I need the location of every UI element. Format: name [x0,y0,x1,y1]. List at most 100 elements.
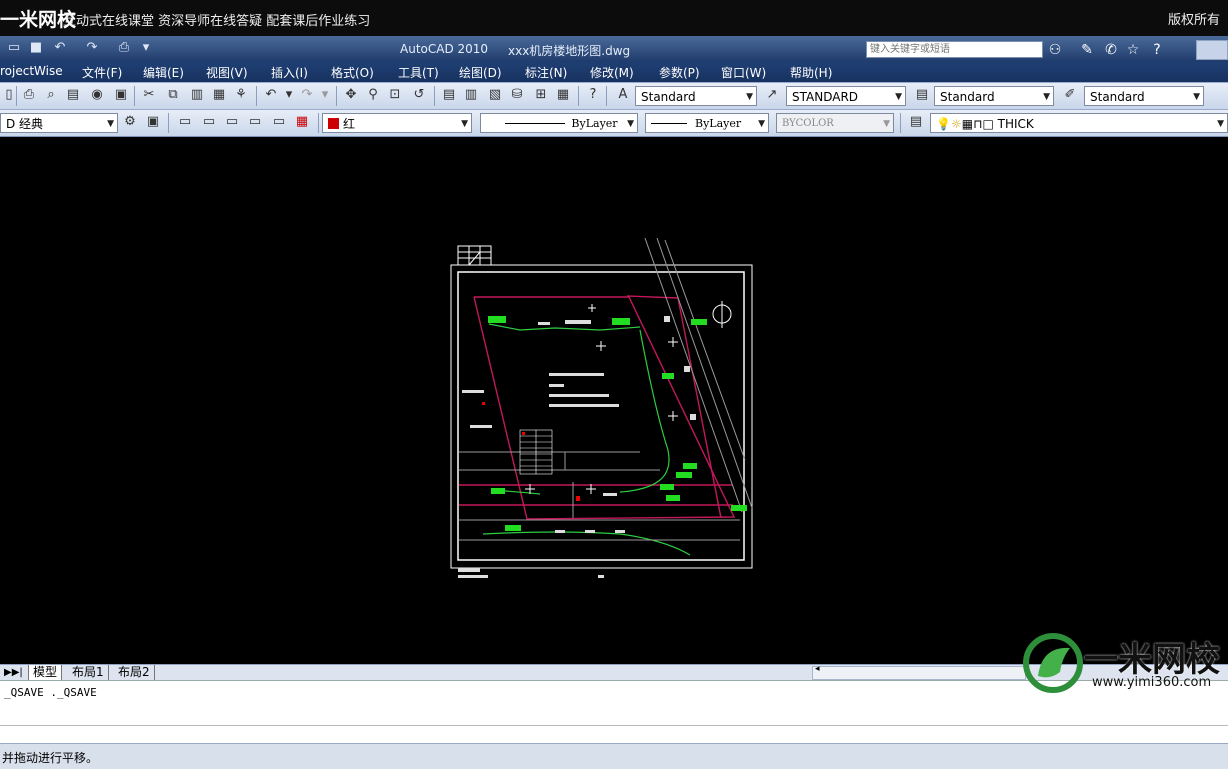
undo-icon[interactable]: ↶ [52,40,68,56]
drawing-area[interactable] [0,137,1228,664]
dim-style-icon[interactable]: ↗ [763,86,781,104]
layer-on-icon: 💡 [936,117,951,131]
menu-help[interactable]: 帮助(H) [790,64,832,81]
menu-edit[interactable]: 编辑(E) [143,64,184,81]
banner-copyright: 版权所有 [1167,13,1220,28]
workspace-select[interactable]: D 经典 ▼ [0,113,118,133]
layer-color-box-icon: □ [982,117,994,131]
banner-slogan: 互动式在线课堂 资深导师在线答疑 配套课后作业练习 [63,14,371,29]
redo-icon[interactable]: ↷ [298,86,316,104]
standard-toolbar: ▯ ⎙ ⌕ ▤ ◉ ▣ ✂ ⧉ ▥ ▦ ⚘ ↶ ▾ ↷ ▾ ✥ ⚲ ⊡ ↺ ▤ … [0,82,1228,110]
dim-style-select[interactable]: STANDARD ▼ [786,86,906,106]
text-style-select[interactable]: Standard ▼ [635,86,757,106]
print-icon[interactable]: ⎙ [20,86,38,104]
tab-model[interactable]: 模型 [28,665,63,680]
watermark-url: www.yimi360.com [1092,675,1212,690]
menu-insert[interactable]: 插入(I) [271,64,308,81]
communication-icon[interactable]: ✆ [1102,41,1120,59]
menu-draw[interactable]: 绘图(D) [459,64,502,81]
open-icon[interactable]: ▭ [6,40,22,56]
status-text: 并拖动进行平移。 [2,751,99,765]
watermark-name: 一米网校 [1084,640,1220,680]
etransmit-icon[interactable]: ▣ [112,86,130,104]
green-labels [488,316,747,531]
sheet-frame [450,264,753,569]
help-icon[interactable]: ? [584,86,602,104]
design-center-icon[interactable]: ▥ [462,86,480,104]
match-properties-icon[interactable]: ▦ [210,86,228,104]
redo-icon[interactable]: ↷ [84,40,100,56]
workspace-settings-icon[interactable]: ⚙ [121,113,139,131]
help-icon[interactable]: ? [1148,41,1166,59]
menu-view[interactable]: 视图(V) [206,64,248,81]
menu-parametric[interactable]: 参数(P) [659,64,700,81]
undo-icon[interactable]: ↶ [262,86,280,104]
3d-dwf-icon[interactable]: ◉ [88,86,106,104]
scroll-left-icon[interactable]: ◂ [815,664,820,674]
layer-isolate-icon[interactable]: ▭ [246,113,264,131]
horizontal-scrollbar[interactable]: ◂ [812,664,1026,680]
minimize-button[interactable] [1196,40,1228,60]
leaf-logo-icon [1023,633,1083,693]
layer-previous-icon[interactable]: ▭ [200,113,218,131]
color-select[interactable]: 红 ▼ [322,113,472,133]
menu-dimension[interactable]: 标注(N) [525,64,567,81]
layer-thaw-icon: ☼ [950,117,962,131]
tab-nav-prev-icon[interactable]: ▶▶| [0,665,27,680]
layer-viewport-icon: ▦ [961,117,974,131]
menu-projectwise[interactable]: rojectWise [0,64,63,78]
plotstyle-select[interactable]: BYCOLOR ▼ [776,113,894,133]
text-style-icon[interactable]: A [614,86,632,104]
layer-select[interactable]: 💡☼▦⊓□ THICK ▼ [930,113,1228,133]
menu-tools[interactable]: 工具(T) [398,64,439,81]
layer-properties-icon[interactable]: ▭ [176,113,194,131]
course-banner: 一米网校 互动式在线课堂 资深导师在线答疑 配套课后作业练习 版权所有 [0,0,1228,36]
menu-modify[interactable]: 修改(M) [590,64,634,81]
lineweight-select[interactable]: ByLayer ▼ [645,113,769,133]
menu-file[interactable]: 文件(F) [82,64,122,81]
print-preview-icon[interactable]: ⌕ [42,86,60,104]
menu-window[interactable]: 窗口(W) [721,64,766,81]
calculator-icon[interactable]: ▦ [554,86,572,104]
copy-icon[interactable]: ⧉ [164,86,182,104]
plot-icon[interactable]: ⎙ [116,40,132,56]
tab-layout1[interactable]: 布局1 [68,665,109,680]
multileader-style-icon[interactable]: ✐ [1061,86,1079,104]
app-title: AutoCAD 2010 [400,42,489,56]
title-block-grid [457,245,492,266]
menu-format[interactable]: 格式(O) [331,64,374,81]
multileader-style-select[interactable]: Standard ▼ [1084,86,1204,106]
undo-dropdown-icon[interactable]: ▾ [280,86,298,104]
publish-icon[interactable]: ▤ [64,86,82,104]
document-name: xxx机房楼地形图.dwg [508,44,631,58]
search-input[interactable] [866,41,1043,58]
zoom-previous-icon[interactable]: ↺ [410,86,428,104]
favorites-icon[interactable]: ☆ [1124,41,1142,59]
layer-state-icon[interactable]: ▭ [223,113,241,131]
linetype-select[interactable]: ByLayer ▼ [480,113,638,133]
table-style-icon[interactable]: ▤ [913,86,931,104]
sheet-set-icon[interactable]: ⛁ [508,86,526,104]
cut-icon[interactable]: ✂ [140,86,158,104]
layer-color-icon[interactable]: ▦ [293,113,311,131]
tab-layout2[interactable]: 布局2 [114,665,155,680]
annotation-text [458,316,696,578]
zoom-realtime-icon[interactable]: ⚲ [364,86,382,104]
layer-unisolate-icon[interactable]: ▭ [270,113,288,131]
table-style-select[interactable]: Standard ▼ [934,86,1054,106]
redo-dropdown-icon[interactable]: ▾ [316,86,334,104]
markup-icon[interactable]: ⊞ [532,86,550,104]
tool-palettes-icon[interactable]: ▧ [486,86,504,104]
binoculars-icon[interactable]: ⚇ [1046,41,1064,59]
block-editor-icon[interactable]: ⚘ [232,86,250,104]
zoom-window-icon[interactable]: ⊡ [386,86,404,104]
layer-manager-icon[interactable]: ▤ [907,113,925,131]
qat-dropdown-icon[interactable]: ▾ [138,40,154,56]
save-icon[interactable]: ■ [28,40,44,56]
my-workspace-icon[interactable]: ▣ [144,113,162,131]
paste-icon[interactable]: ▥ [188,86,206,104]
subscription-icon[interactable]: ✎ [1078,41,1096,59]
properties-icon[interactable]: ▤ [440,86,458,104]
menu-bar: rojectWise 文件(F) 编辑(E) 视图(V) 插入(I) 格式(O)… [0,62,1228,82]
pan-icon[interactable]: ✥ [342,86,360,104]
